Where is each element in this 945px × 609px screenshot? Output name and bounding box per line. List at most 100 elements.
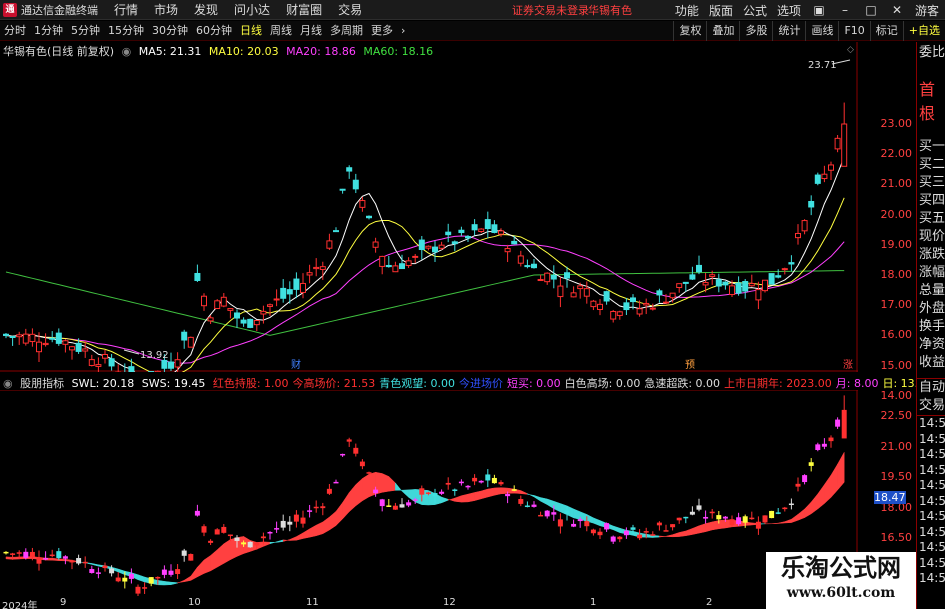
menu-wealth[interactable]: 财富圈: [286, 1, 322, 18]
ind-bar: [458, 481, 464, 484]
period-daily[interactable]: 日线: [236, 21, 266, 41]
candle-body: [524, 265, 531, 268]
period-more[interactable]: 更多: [367, 21, 397, 41]
minimize-icon[interactable]: –: [837, 3, 853, 17]
candle-body: [491, 224, 498, 233]
login-warning[interactable]: 证券交易未登录: [512, 2, 589, 18]
ind-bar: [128, 573, 134, 579]
side-row-3: 买四: [919, 193, 945, 208]
side-time-7: 14:56: [919, 524, 945, 539]
date-tick-5: 1: [590, 597, 597, 608]
candle-body: [577, 285, 584, 290]
candle-body: [194, 272, 201, 281]
ind-bar: [214, 529, 220, 535]
guest-label[interactable]: 游客: [915, 2, 939, 19]
more-chevron-icon[interactable]: ›: [397, 21, 409, 41]
overlay-button[interactable]: 叠加: [706, 21, 739, 41]
mark-button[interactable]: 标记: [869, 21, 903, 41]
candle-body: [445, 231, 452, 236]
ribbon-segment: [216, 543, 225, 568]
period-weekly[interactable]: 周线: [266, 21, 296, 41]
ind-bar: [412, 499, 418, 501]
indicator-tick-4: 16.50: [880, 531, 913, 545]
ind-bar: [227, 534, 233, 537]
stock-name-title: 华锡有色: [588, 3, 632, 17]
ind-bar: [373, 489, 379, 494]
indicator-name[interactable]: 股朋指标: [20, 377, 64, 390]
candle-body: [359, 200, 366, 208]
ind-bar: [333, 481, 339, 484]
ind-bar: [511, 489, 517, 491]
indicator-tick-0: 22.50: [880, 409, 913, 422]
period-15min[interactable]: 15分钟: [104, 21, 148, 41]
draw-line-button[interactable]: 画线: [805, 21, 838, 41]
ind-bar: [254, 542, 260, 546]
menu-ask[interactable]: 问小达: [234, 1, 270, 18]
period-5min[interactable]: 5分钟: [67, 21, 104, 41]
restore-rights-button[interactable]: 复权: [673, 21, 706, 41]
settings-icon[interactable]: ▣: [811, 3, 827, 17]
ribbon-segment: [362, 473, 370, 502]
maximize-icon[interactable]: □: [863, 3, 879, 17]
ind-bar: [340, 453, 346, 456]
period-multi[interactable]: 多周期: [326, 21, 367, 41]
period-1min[interactable]: 1分钟: [30, 21, 67, 41]
candle-body: [498, 230, 504, 235]
candle-body: [62, 340, 69, 345]
indicator-chart[interactable]: [0, 390, 858, 596]
period-monthly[interactable]: 月线: [296, 21, 326, 41]
period-60min[interactable]: 60分钟: [192, 21, 236, 41]
candle-body: [597, 303, 603, 310]
ribbon-segment: [678, 530, 687, 537]
statistics-button[interactable]: 统计: [772, 21, 805, 41]
side-row-11: 净资: [919, 337, 945, 352]
side-zx-0[interactable]: 自动: [917, 379, 945, 397]
ind-bar: [287, 521, 293, 525]
ind-bar: [742, 516, 748, 523]
candle-body: [260, 310, 267, 315]
side-time-10: 14:56: [919, 571, 945, 585]
menu-layout[interactable]: 版面: [709, 2, 733, 19]
candle-body: [227, 308, 234, 311]
candle-body: [319, 266, 326, 270]
candle-body: [392, 265, 399, 273]
close-icon[interactable]: ✕: [889, 3, 905, 17]
ribbon-segment: [12, 556, 20, 560]
ind-bar: [69, 560, 75, 563]
candle-body: [42, 342, 49, 346]
menu-formula[interactable]: 公式: [743, 2, 767, 19]
ribbon-segment: [210, 549, 218, 572]
indicator-tick-2: 19.50: [880, 470, 913, 484]
chart-corner-icon: ◇: [847, 45, 854, 55]
menu-markets[interactable]: 市场: [154, 1, 178, 18]
side-zx-1[interactable]: 交易: [917, 397, 945, 415]
date-tick-0: 2024年: [2, 601, 38, 609]
title-bar: 通 通达信金融终端 行情 市场 发现 问小达 财富圈 交易 证券交易未登录 华锡…: [0, 0, 945, 20]
menu-options[interactable]: 选项: [777, 2, 801, 19]
add-watchlist-button[interactable]: +自选: [902, 21, 945, 41]
ribbon-segment: [348, 483, 357, 513]
f10-button[interactable]: F10: [838, 21, 869, 41]
ind-bar: [234, 537, 240, 541]
side-row-10: 换手: [919, 319, 945, 334]
period-30min[interactable]: 30分钟: [148, 21, 192, 41]
period-timeshare[interactable]: 分时: [0, 21, 30, 41]
ind-bar: [208, 540, 214, 543]
ribbon-segment: [197, 559, 205, 578]
menu-market[interactable]: 行情: [114, 1, 138, 18]
indicator-toggle-icon[interactable]: ◉: [3, 377, 13, 390]
candle-body: [346, 167, 353, 172]
candle-body: [55, 332, 62, 344]
menu-trade[interactable]: 交易: [338, 1, 362, 18]
menu-function[interactable]: 功能: [675, 2, 699, 19]
ind-bar: [478, 480, 484, 483]
ind-bar: [656, 522, 662, 526]
candle-body: [729, 285, 735, 296]
side-time-3: 14:55: [919, 462, 945, 477]
multi-stock-button[interactable]: 多股: [739, 21, 772, 41]
menu-discover[interactable]: 发现: [194, 1, 218, 18]
ind-bar: [293, 514, 299, 522]
ind-bar: [531, 504, 537, 507]
candlestick-chart[interactable]: 23.71 13.92 财 预 涨 ◇: [0, 42, 858, 372]
ribbon-segment: [342, 491, 350, 520]
